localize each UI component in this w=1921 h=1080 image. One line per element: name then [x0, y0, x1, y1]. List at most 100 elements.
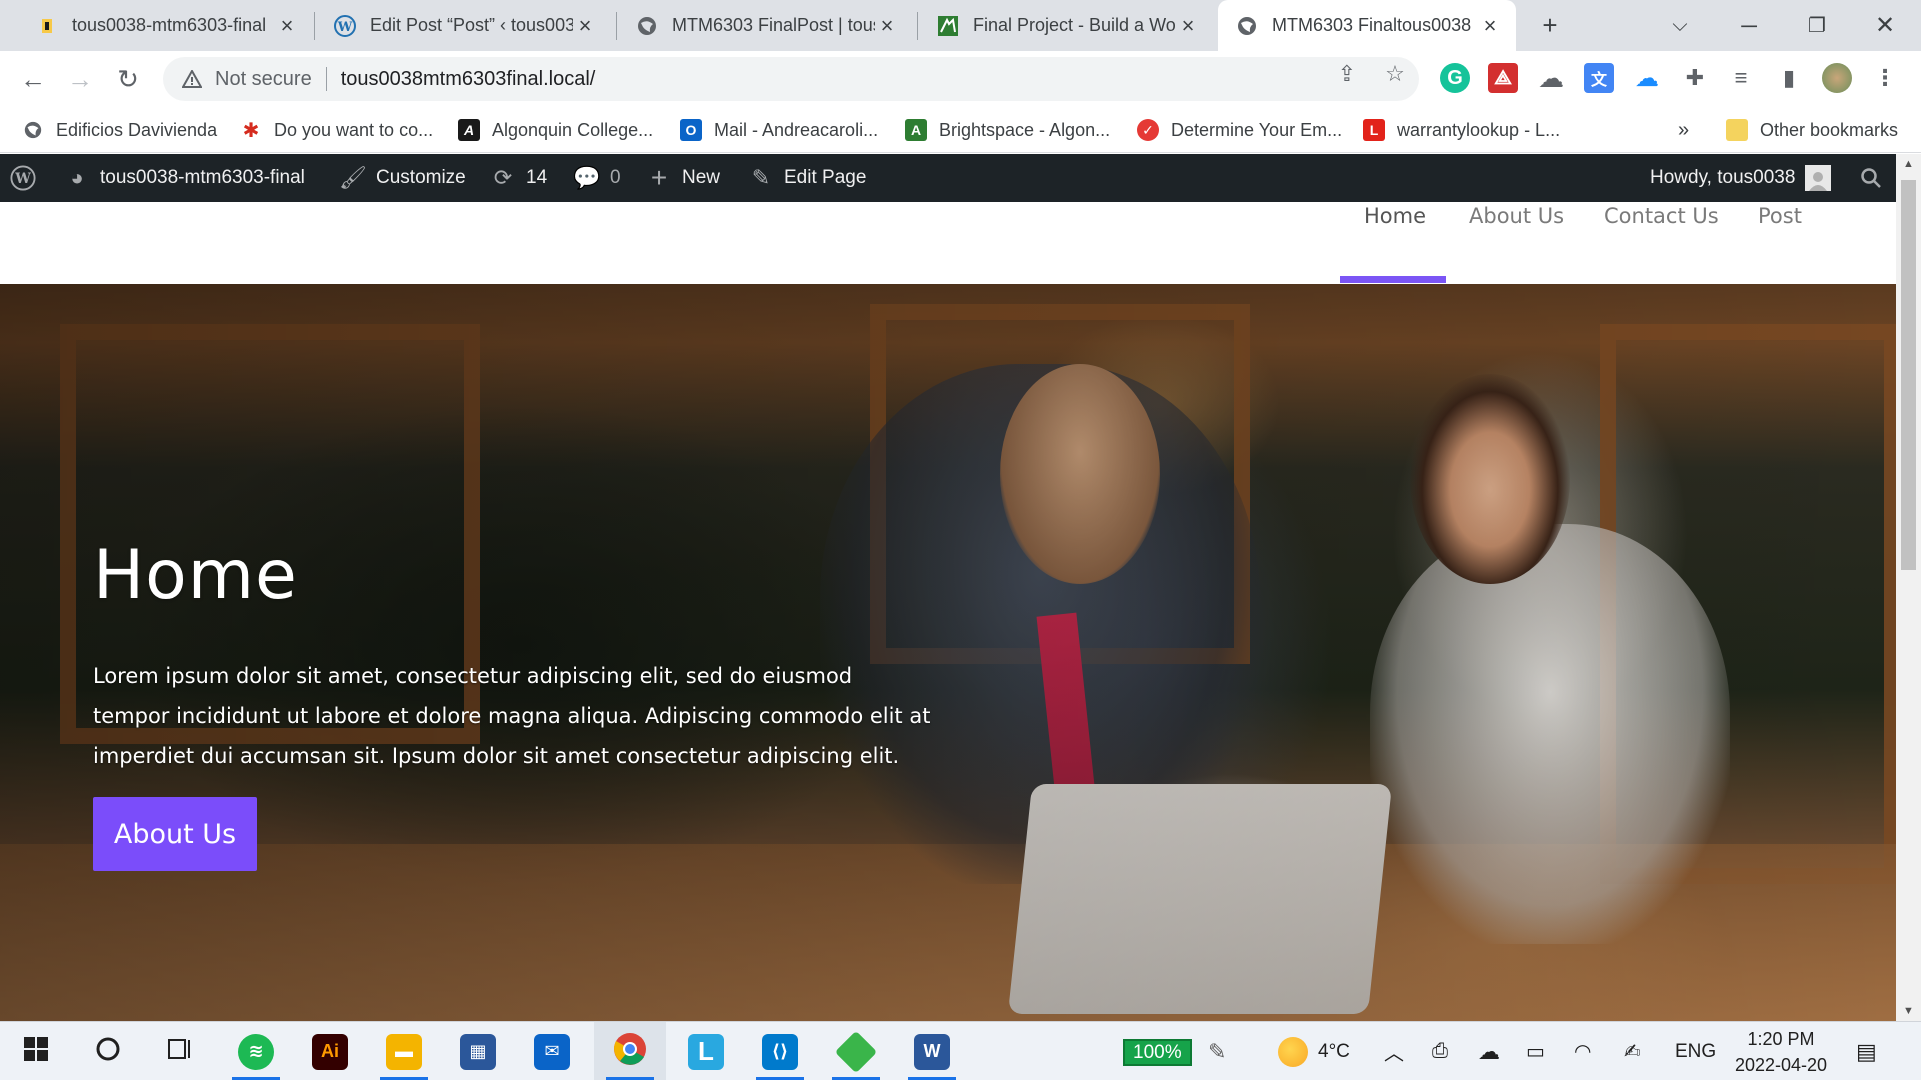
bookmark-item[interactable]: A Algonquin College...	[458, 107, 653, 153]
bookmark-item[interactable]: Edificios Davivienda	[22, 107, 217, 153]
wp-logo-menu[interactable]: W	[10, 154, 36, 202]
user-avatar-icon	[1805, 165, 1832, 191]
hero-overlay	[0, 284, 1896, 1021]
security-label[interactable]: Not secure	[215, 68, 312, 91]
tab-1[interactable]: tous0038-mtm6303-final ×	[18, 0, 313, 51]
taskbar-app-file-explorer[interactable]: ▬	[368, 1022, 440, 1080]
taskbar-app-mail[interactable]: ✉	[516, 1022, 588, 1080]
tab-title: MTM6303 Finaltous0038	[1272, 15, 1472, 35]
notifications-icon[interactable]: ▤	[1856, 1022, 1877, 1080]
algonquin-icon: A	[458, 119, 480, 141]
forward-arrow-icon[interactable]: →	[60, 59, 100, 99]
taskbar-app-gitkraken[interactable]	[820, 1022, 892, 1080]
hero-description: Lorem ipsum dolor sit amet, consectetur …	[93, 664, 931, 768]
profile-avatar[interactable]	[1822, 63, 1852, 93]
language-indicator[interactable]: ENG	[1675, 1022, 1716, 1080]
wp-search[interactable]	[1858, 154, 1884, 202]
close-window-icon[interactable]: ✕	[1862, 0, 1908, 51]
sun-icon	[1278, 1036, 1308, 1067]
wp-new[interactable]: + New	[646, 154, 720, 202]
minimize-icon[interactable]: ─	[1726, 0, 1772, 51]
scroll-down-icon[interactable]: ▼	[1896, 1001, 1921, 1021]
acrobat-icon[interactable]: ⟁	[1488, 63, 1518, 93]
onedrive-icon[interactable]: ☁	[1632, 63, 1662, 93]
start-button[interactable]	[0, 1022, 72, 1080]
battery-percentage[interactable]: 100%	[1123, 1039, 1192, 1066]
system-clock[interactable]: 1:20 PM 2022-04-20	[1726, 1026, 1836, 1078]
tab-3[interactable]: MTM6303 FinalPost | tous ×	[618, 0, 913, 51]
taskbar-app-vscode[interactable]: ⟨⟩	[744, 1022, 816, 1080]
bookmarks-overflow-button[interactable]: »	[1678, 107, 1689, 153]
close-icon[interactable]: ×	[1176, 13, 1200, 39]
show-hidden-icons-chevron-icon[interactable]: ︿	[1384, 1022, 1404, 1080]
page-scrollbar[interactable]: ▲ ▼	[1896, 154, 1921, 1021]
nav-item-post[interactable]: Post	[1758, 202, 1802, 284]
bookmark-label: Algonquin College...	[492, 119, 654, 140]
reload-icon[interactable]: ↻	[108, 59, 148, 99]
bookmark-item[interactable]: O Mail - Andreacaroli...	[680, 107, 878, 153]
new-label: New	[682, 167, 721, 188]
nav-item-about-us[interactable]: About Us	[1469, 202, 1564, 284]
taskbar-app-spotify[interactable]: ≋	[220, 1022, 292, 1080]
back-arrow-icon[interactable]: ←	[13, 59, 53, 99]
restore-icon[interactable]: ❐	[1794, 0, 1840, 51]
windows-taskbar: ≋ Ai ▬ ▦ ✉ L ⟨⟩ W 100% ✎ 4°C ︿ ⎙ ☁ ▭ ◠ ✍…	[0, 1021, 1921, 1080]
wp-site-name[interactable]: ◕ tous0038-mtm6303-final	[64, 154, 305, 202]
plus-icon: +	[650, 162, 668, 193]
tab-5-active[interactable]: MTM6303 Finaltous0038 ×	[1218, 0, 1516, 51]
wp-edit-page[interactable]: ✎ Edit Page	[748, 154, 867, 202]
battery-icon[interactable]: ▭	[1526, 1022, 1545, 1080]
site-header: Home About Us Contact Us Post	[0, 202, 1896, 284]
close-icon[interactable]: ×	[275, 13, 299, 39]
search-button[interactable]	[72, 1022, 144, 1080]
scroll-thumb[interactable]	[1901, 180, 1916, 570]
taskbar-app-microsoft-store[interactable]: ▦	[442, 1022, 514, 1080]
scroll-up-icon[interactable]: ▲	[1896, 154, 1921, 174]
taskbar-app-word[interactable]: W	[896, 1022, 968, 1080]
cloud-icon[interactable]: ☁	[1536, 63, 1566, 93]
taskbar-app-chrome[interactable]	[594, 1022, 666, 1080]
new-tab-button[interactable]: +	[1530, 0, 1570, 51]
url-text[interactable]: tous0038mtm6303final.local/	[341, 68, 596, 91]
pen-tray-icon[interactable]: ✍	[1624, 1022, 1641, 1080]
share-icon[interactable]: ⇪	[1334, 61, 1360, 87]
reading-list-icon[interactable]: ≡	[1726, 63, 1756, 93]
bookmarks-bar: Edificios Davivienda ✱ Do you want to co…	[0, 107, 1921, 153]
close-icon[interactable]: ×	[573, 13, 597, 39]
taskbar-app-l[interactable]: L	[670, 1022, 742, 1080]
bookmark-item[interactable]: A Brightspace - Algon...	[905, 107, 1110, 153]
nav-item-contact-us[interactable]: Contact Us	[1604, 202, 1719, 284]
other-bookmarks[interactable]: Other bookmarks	[1726, 107, 1898, 153]
wp-comments[interactable]: 💬 0	[573, 154, 620, 202]
extensions-puzzle-icon[interactable]: ✚	[1680, 63, 1710, 93]
clock-time: 1:20 PM	[1747, 1029, 1815, 1049]
close-icon[interactable]: ×	[875, 13, 899, 39]
gitkraken-icon	[834, 1030, 878, 1073]
side-panel-icon[interactable]: ▮	[1774, 63, 1804, 93]
weather-widget[interactable]: 4°C	[1278, 1022, 1350, 1080]
warning-triangle-icon[interactable]	[181, 68, 203, 90]
about-us-button[interactable]: About Us	[93, 797, 257, 871]
wp-account[interactable]: Howdy, tous0038	[1650, 154, 1832, 202]
close-icon[interactable]: ×	[1478, 13, 1502, 39]
wp-customize[interactable]: 🖌 Customize	[339, 154, 466, 202]
task-view-button[interactable]	[144, 1022, 216, 1080]
bookmark-item[interactable]: ✱ Do you want to co...	[240, 107, 433, 153]
pen-icon[interactable]: ✎	[1208, 1022, 1226, 1080]
wp-updates[interactable]: ⟳ 14	[490, 154, 547, 202]
device-icon[interactable]: ⎙	[1432, 1022, 1448, 1080]
nav-item-home[interactable]: Home	[1364, 202, 1426, 284]
translate-icon[interactable]: 文	[1584, 63, 1614, 93]
address-bar[interactable]: Not secure tous0038mtm6303final.local/	[163, 57, 1419, 101]
wifi-icon[interactable]: ◠	[1574, 1022, 1591, 1080]
bookmark-item[interactable]: ✓ Determine Your Em...	[1137, 107, 1342, 153]
tab-search-chevron-icon[interactable]: ⌵	[1660, 0, 1700, 51]
taskbar-app-illustrator[interactable]: Ai	[294, 1022, 366, 1080]
grammarly-icon[interactable]: G	[1440, 63, 1470, 93]
onedrive-cloud-icon[interactable]: ☁	[1478, 1022, 1500, 1080]
menu-kebab-icon[interactable]: ⋮	[1870, 63, 1900, 93]
tab-2[interactable]: W Edit Post “Post” ‹ tous0038 ×	[316, 0, 611, 51]
bookmark-star-icon[interactable]: ☆	[1382, 61, 1408, 87]
bookmark-item[interactable]: L warrantylookup - L...	[1363, 107, 1560, 153]
tab-4[interactable]: Final Project - Build a Wo ×	[919, 0, 1214, 51]
